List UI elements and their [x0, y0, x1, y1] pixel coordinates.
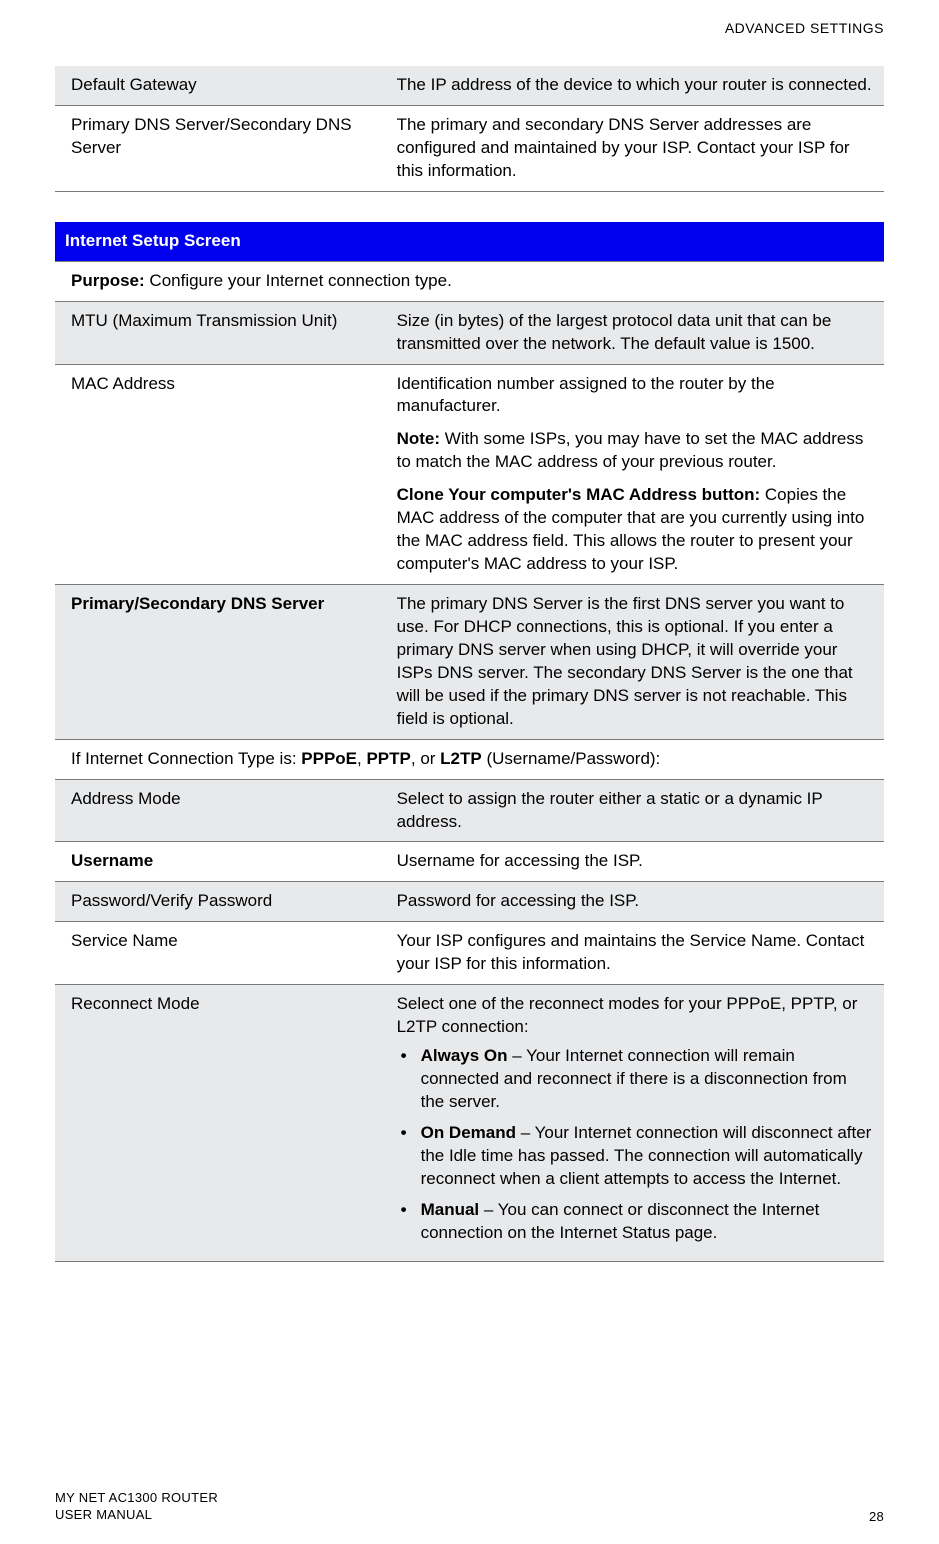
cell-label: MTU (Maximum Transmission Unit) — [55, 301, 387, 364]
cell-label: Username — [55, 842, 387, 882]
cell-desc: The primary DNS Server is the first DNS … — [387, 585, 884, 740]
list-item: Manual – You can connect or disconnect t… — [397, 1199, 874, 1245]
cell-desc: The primary and secondary DNS Server add… — [387, 105, 884, 191]
cell-label: Primary/Secondary DNS Server — [55, 585, 387, 740]
cell-desc: The IP address of the device to which yo… — [387, 66, 884, 105]
footer-line1: MY NET AC1300 ROUTER — [55, 1490, 218, 1507]
mac-note: Note: With some ISPs, you may have to se… — [397, 428, 874, 474]
mac-clone: Clone Your computer's MAC Address button… — [397, 484, 874, 576]
cell-desc: Select to assign the router either a sta… — [387, 779, 884, 842]
cell-label: Primary DNS Server/Secondary DNS Server — [55, 105, 387, 191]
b2-label: On Demand — [421, 1123, 516, 1142]
cell-desc: Password for accessing the ISP. — [387, 882, 884, 922]
conn-sep2: , or — [411, 749, 440, 768]
table-row: Primary/Secondary DNS Server The primary… — [55, 585, 884, 740]
b3-label: Manual — [421, 1200, 480, 1219]
list-item: Always On – Your Internet connection wil… — [397, 1045, 874, 1114]
purpose-text: Configure your Internet connection type. — [145, 271, 452, 290]
table-header-row: Internet Setup Screen — [55, 222, 884, 261]
page-footer: MY NET AC1300 ROUTER USER MANUAL 28 — [55, 1490, 884, 1524]
note-text: With some ISPs, you may have to set the … — [397, 429, 864, 471]
cell-desc: Select one of the reconnect modes for yo… — [387, 985, 884, 1261]
cell-label: MAC Address — [55, 364, 387, 585]
cell-desc: Your ISP configures and maintains the Se… — [387, 922, 884, 985]
table-title: Internet Setup Screen — [55, 222, 884, 261]
conn-type-cell: If Internet Connection Type is: PPPoE, P… — [55, 739, 884, 779]
footer-line2: USER MANUAL — [55, 1507, 218, 1524]
cell-label: Address Mode — [55, 779, 387, 842]
table-connection-fields: Default Gateway The IP address of the de… — [55, 66, 884, 192]
conn-b3: L2TP — [440, 749, 482, 768]
table-row: Default Gateway The IP address of the de… — [55, 66, 884, 105]
purpose-cell: Purpose: Configure your Internet connect… — [55, 261, 884, 301]
reconnect-intro: Select one of the reconnect modes for yo… — [397, 993, 874, 1039]
table-row: Password/Verify Password Password for ac… — [55, 882, 884, 922]
cell-desc: Identification number assigned to the ro… — [387, 364, 884, 585]
clone-label: Clone Your computer's MAC Address button… — [397, 485, 761, 504]
list-item: On Demand – Your Internet connection wil… — [397, 1122, 874, 1191]
page-number: 28 — [869, 1509, 884, 1524]
table-internet-setup: Internet Setup Screen Purpose: Configure… — [55, 222, 884, 1262]
cell-label: Password/Verify Password — [55, 882, 387, 922]
cell-desc: Size (in bytes) of the largest protocol … — [387, 301, 884, 364]
reconnect-list: Always On – Your Internet connection wil… — [397, 1045, 874, 1245]
conn-b1: PPPoE — [301, 749, 357, 768]
table-row: Reconnect Mode Select one of the reconne… — [55, 985, 884, 1261]
footer-left: MY NET AC1300 ROUTER USER MANUAL — [55, 1490, 218, 1524]
table-row: Service Name Your ISP configures and mai… — [55, 922, 884, 985]
purpose-label: Purpose: — [71, 271, 145, 290]
table-row: Username Username for accessing the ISP. — [55, 842, 884, 882]
cell-label: Reconnect Mode — [55, 985, 387, 1261]
mac-p1: Identification number assigned to the ro… — [397, 373, 874, 419]
purpose-row: Purpose: Configure your Internet connect… — [55, 261, 884, 301]
conn-type-row: If Internet Connection Type is: PPPoE, P… — [55, 739, 884, 779]
note-label: Note: — [397, 429, 440, 448]
b1-label: Always On — [421, 1046, 508, 1065]
conn-pre: If Internet Connection Type is: — [71, 749, 301, 768]
b3-text: – You can connect or disconnect the Inte… — [421, 1200, 820, 1242]
table-row: Primary DNS Server/Secondary DNS Server … — [55, 105, 884, 191]
table-row: MTU (Maximum Transmission Unit) Size (in… — [55, 301, 884, 364]
table-row: Address Mode Select to assign the router… — [55, 779, 884, 842]
table-row: MAC Address Identification number assign… — [55, 364, 884, 585]
conn-post: (Username/Password): — [482, 749, 661, 768]
cell-desc: Username for accessing the ISP. — [387, 842, 884, 882]
cell-label: Service Name — [55, 922, 387, 985]
conn-b2: PPTP — [366, 749, 410, 768]
section-header: ADVANCED SETTINGS — [55, 20, 884, 36]
cell-label: Default Gateway — [55, 66, 387, 105]
